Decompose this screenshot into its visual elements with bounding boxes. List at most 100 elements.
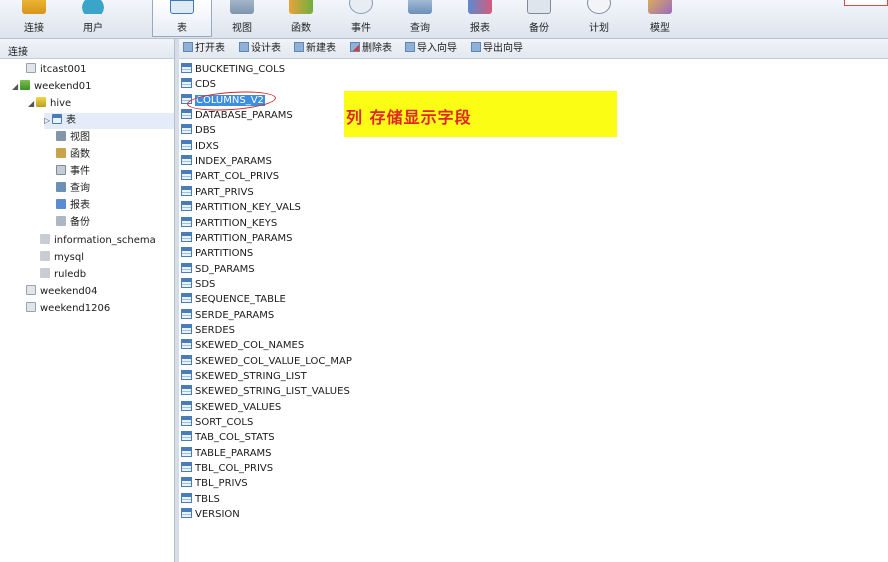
table-name: SERDES bbox=[195, 324, 235, 336]
table-name: PARTITION_PARAMS bbox=[195, 232, 293, 244]
model-icon bbox=[648, 0, 672, 14]
toolbar-schedule-button[interactable]: 计划 bbox=[573, 0, 625, 36]
table-icon bbox=[181, 400, 192, 411]
table-row[interactable]: CDS bbox=[181, 77, 216, 92]
tree-item-itcast001[interactable]: itcast001 bbox=[26, 62, 87, 78]
database-icon bbox=[40, 268, 50, 278]
table-name: PART_COL_PRIVS bbox=[195, 171, 280, 183]
table-row[interactable]: SKEWED_COL_VALUE_LOC_MAP bbox=[181, 354, 352, 369]
tree-item-weekend1206[interactable]: weekend1206 bbox=[26, 301, 110, 317]
table-name: PARTITION_KEYS bbox=[195, 217, 278, 229]
table-row[interactable]: SERDES bbox=[181, 323, 235, 338]
table-row[interactable]: SDS bbox=[181, 277, 215, 292]
new-table-button[interactable]: 新建表 bbox=[294, 42, 336, 56]
table-name: SEQUENCE_TABLE bbox=[195, 294, 286, 306]
table-icon bbox=[52, 114, 62, 124]
connection-pane-header: 连接 bbox=[0, 39, 174, 59]
tree-item-events[interactable]: 事件 bbox=[56, 164, 90, 180]
toolbar-function-button[interactable]: 函数 bbox=[275, 0, 327, 36]
import-wizard-button[interactable]: 导入向导 bbox=[405, 42, 457, 56]
table-name: SERDE_PARAMS bbox=[195, 309, 275, 321]
table-name: IDXS bbox=[195, 140, 219, 152]
table-name: PARTITION_KEY_VALS bbox=[195, 202, 301, 214]
table-row[interactable]: DBS bbox=[181, 123, 216, 138]
design-table-button[interactable]: 设计表 bbox=[239, 42, 281, 56]
connection-tree: itcast001 ◢ weekend01 ◢ hive ▷ 表 视图 函数 事件 查… bbox=[0, 59, 174, 562]
button-label: 新建表 bbox=[306, 43, 336, 54]
corner-window-box bbox=[844, 0, 888, 6]
toolbar-backup-button[interactable]: 备份 bbox=[513, 0, 565, 36]
table-row[interactable]: SERDE_PARAMS bbox=[181, 308, 274, 323]
table-row[interactable]: TABLE_PARAMS bbox=[181, 446, 272, 461]
table-icon bbox=[181, 231, 192, 242]
tree-item-views[interactable]: 视图 bbox=[56, 130, 90, 146]
table-row[interactable]: TBL_COL_PRIVS bbox=[181, 461, 273, 476]
tree-item-ruledb[interactable]: ruledb bbox=[40, 267, 86, 283]
connection-icon bbox=[26, 63, 36, 73]
view-icon bbox=[56, 131, 66, 141]
toolbar-connection-button[interactable]: 连接 bbox=[8, 0, 60, 36]
table-row[interactable]: SKEWED_STRING_LIST_VALUES bbox=[181, 384, 350, 399]
table-icon bbox=[181, 124, 192, 135]
table-row[interactable]: SKEWED_STRING_LIST bbox=[181, 369, 307, 384]
tree-item-hive[interactable]: ◢ hive bbox=[28, 96, 71, 112]
table-row[interactable]: PARTITION_PARAMS bbox=[181, 231, 293, 246]
table-name: TBL_PRIVS bbox=[195, 478, 248, 490]
tree-item-weekend04[interactable]: weekend04 bbox=[26, 284, 97, 300]
table-icon bbox=[181, 201, 192, 212]
toolbar-button-label: 连接 bbox=[24, 23, 44, 34]
expand-arrow-icon[interactable]: ▷ bbox=[44, 113, 52, 129]
table-name: VERSION bbox=[195, 509, 240, 521]
table-row[interactable]: PARTITIONS bbox=[181, 246, 253, 261]
table-row[interactable]: SEQUENCE_TABLE bbox=[181, 292, 286, 307]
table-row[interactable]: SORT_COLS bbox=[181, 415, 253, 430]
table-row[interactable]: PART_PRIVS bbox=[181, 185, 254, 200]
expand-arrow-icon[interactable]: ◢ bbox=[28, 96, 36, 112]
table-icon bbox=[181, 431, 192, 442]
table-row[interactable]: TBLS bbox=[181, 492, 220, 507]
tree-item-information-schema[interactable]: information_schema bbox=[40, 233, 156, 249]
export-wizard-button[interactable]: 导出向导 bbox=[471, 42, 523, 56]
tree-item-queries[interactable]: 查询 bbox=[56, 181, 90, 197]
tree-item-tables[interactable]: ▷ 表 bbox=[44, 113, 174, 129]
backup-icon bbox=[56, 216, 66, 226]
toolbar-model-button[interactable]: 模型 bbox=[634, 0, 686, 36]
table-row[interactable]: PARTITION_KEYS bbox=[181, 216, 277, 231]
table-row[interactable]: TAB_COL_STATS bbox=[181, 430, 275, 445]
toolbar-button-label: 计划 bbox=[589, 23, 609, 34]
tree-item-functions[interactable]: 函数 bbox=[56, 147, 90, 163]
toolbar-button-label: 用户 bbox=[83, 23, 103, 34]
open-table-icon bbox=[183, 42, 193, 52]
table-row[interactable]: SD_PARAMS bbox=[181, 262, 255, 277]
table-row[interactable]: DATABASE_PARAMS bbox=[181, 108, 293, 123]
toolbar-table-button[interactable]: 表 bbox=[152, 0, 212, 37]
tree-item-weekend01[interactable]: ◢ weekend01 bbox=[12, 79, 91, 95]
database-icon bbox=[40, 251, 50, 261]
table-row[interactable]: TBL_PRIVS bbox=[181, 476, 248, 491]
toolbar-query-button[interactable]: 查询 bbox=[394, 0, 446, 36]
table-row[interactable]: INDEX_PARAMS bbox=[181, 154, 272, 169]
table-row[interactable]: PART_COL_PRIVS bbox=[181, 169, 279, 184]
table-icon bbox=[170, 0, 194, 14]
table-icon bbox=[181, 139, 192, 150]
connection-icon bbox=[26, 302, 36, 312]
toolbar-view-button[interactable]: 视图 bbox=[216, 0, 268, 36]
table-row[interactable]: BUCKETING_COLS bbox=[181, 62, 285, 77]
tree-item-reports[interactable]: 报表 bbox=[56, 198, 90, 214]
table-row[interactable]: IDXS bbox=[181, 139, 219, 154]
open-table-button[interactable]: 打开表 bbox=[183, 42, 225, 56]
table-icon bbox=[181, 354, 192, 365]
table-row[interactable]: PARTITION_KEY_VALS bbox=[181, 200, 301, 215]
tree-item-mysql[interactable]: mysql bbox=[40, 250, 84, 266]
table-name: SKEWED_COL_NAMES bbox=[195, 340, 305, 352]
table-row[interactable]: SKEWED_COL_NAMES bbox=[181, 338, 304, 353]
delete-table-button[interactable]: 删除表 bbox=[350, 42, 392, 56]
toolbar-user-button[interactable]: 用户 bbox=[67, 0, 119, 36]
table-row[interactable]: SKEWED_VALUES bbox=[181, 400, 281, 415]
tree-item-backups[interactable]: 备份 bbox=[56, 215, 90, 231]
expand-arrow-icon[interactable]: ◢ bbox=[12, 79, 20, 95]
toolbar-event-button[interactable]: 事件 bbox=[335, 0, 387, 36]
table-row[interactable]: VERSION bbox=[181, 507, 240, 522]
annotation-note-text: 列 存储显示字段 bbox=[346, 108, 472, 127]
toolbar-report-button[interactable]: 报表 bbox=[454, 0, 506, 36]
